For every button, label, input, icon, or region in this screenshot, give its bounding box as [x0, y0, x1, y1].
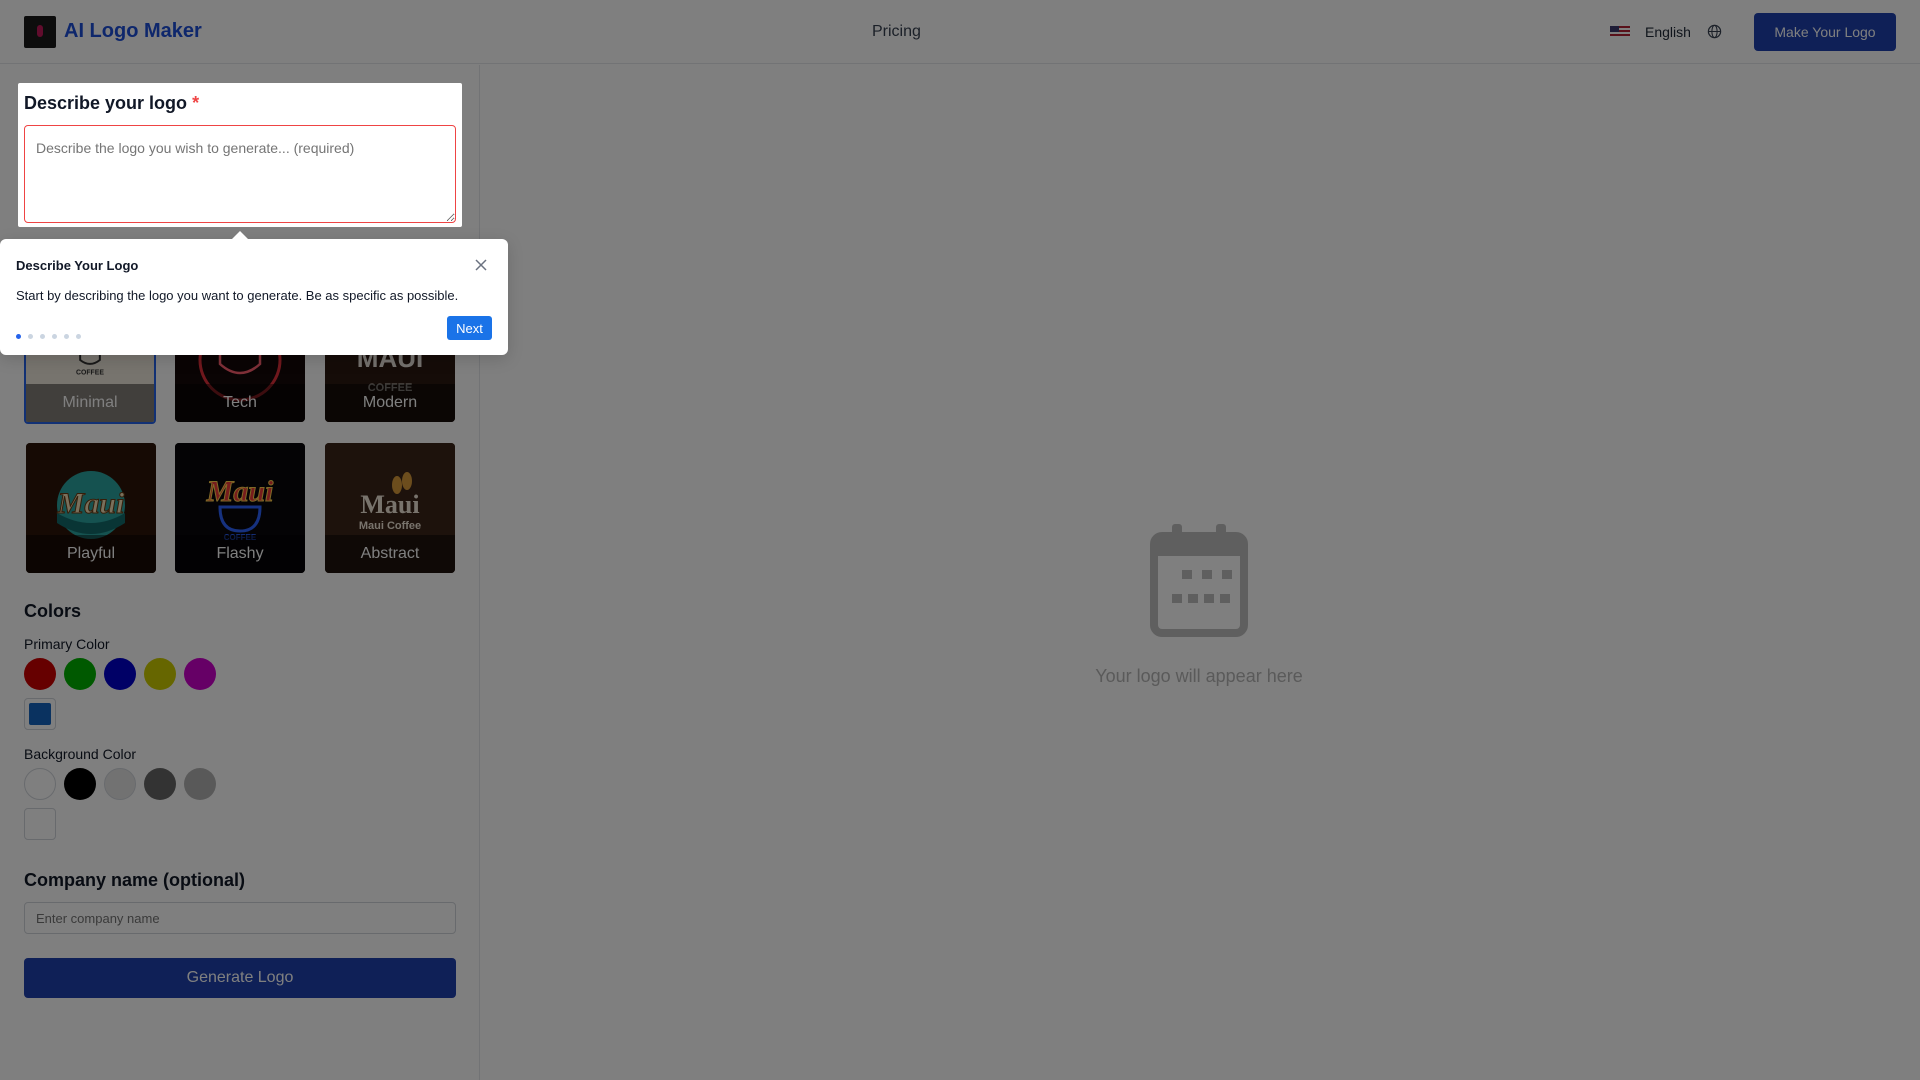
- tour-description: Start by describing the logo you want to…: [16, 288, 459, 303]
- tour-step-dot[interactable]: [64, 334, 69, 339]
- required-star: *: [192, 93, 200, 113]
- popover-arrow: [232, 231, 248, 239]
- describe-logo-title: Describe your logo: [24, 93, 188, 113]
- tour-step-dot[interactable]: [16, 334, 21, 339]
- tour-step-dot[interactable]: [40, 334, 45, 339]
- tour-title: Describe Your Logo: [16, 258, 139, 273]
- tour-step-dot[interactable]: [28, 334, 33, 339]
- tour-popover: Describe Your Logo Start by describing t…: [0, 231, 508, 355]
- tour-step-dot[interactable]: [76, 334, 81, 339]
- logo-description-textarea[interactable]: [24, 125, 456, 223]
- tour-step-dot[interactable]: [52, 334, 57, 339]
- describe-logo-section: Describe your logo *: [18, 83, 462, 227]
- tour-next-button[interactable]: Next: [447, 316, 492, 340]
- close-icon[interactable]: [473, 257, 489, 273]
- describe-logo-heading: Describe your logo *: [24, 93, 199, 114]
- tour-step-indicator: [16, 326, 88, 339]
